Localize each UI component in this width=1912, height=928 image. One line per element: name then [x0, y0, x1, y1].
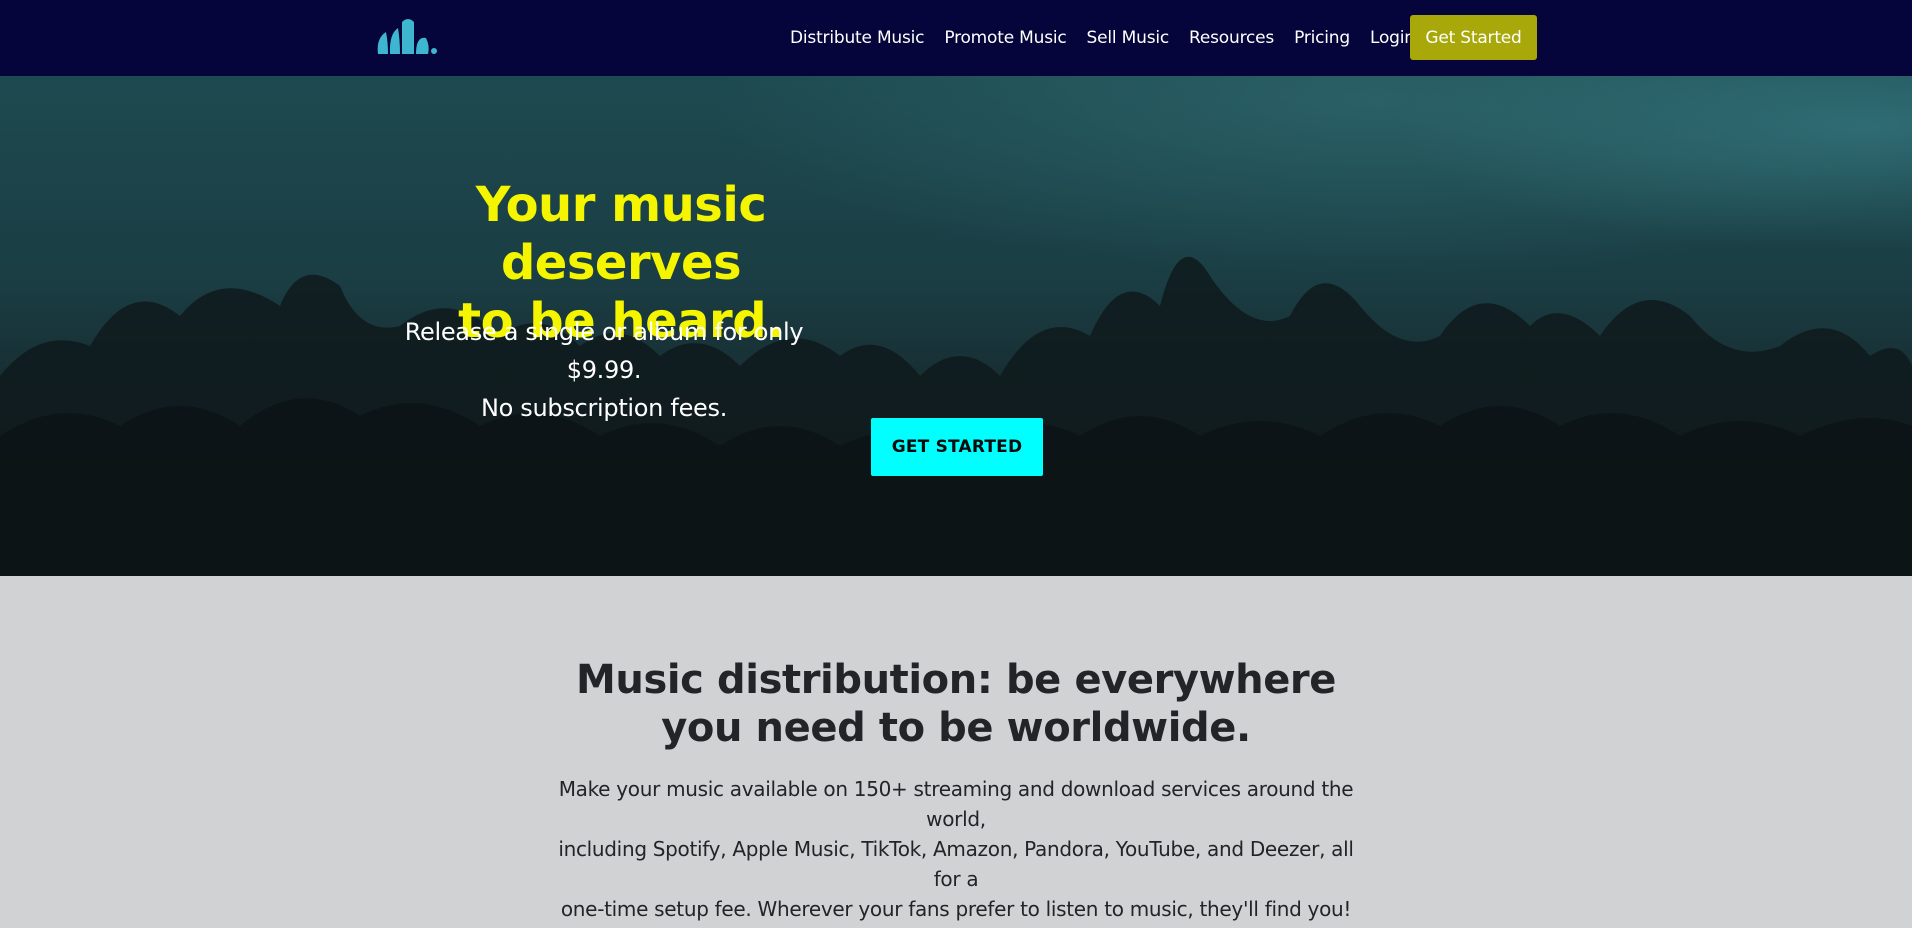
nav-links: Distribute Music Promote Music Sell Musi… — [790, 0, 1435, 76]
hero-subtitle: Release a single or album for only $9.99… — [376, 313, 832, 427]
nav-link-resources[interactable]: Resources — [1189, 28, 1274, 48]
get-started-nav-button[interactable]: Get Started — [1410, 15, 1537, 60]
logo-icon[interactable] — [376, 14, 440, 56]
nav-link-login[interactable]: Login — [1370, 28, 1415, 48]
hero-subtitle-line1: Release a single or album for only $9.99… — [404, 318, 804, 384]
hero-title-line1: Your music deserves — [475, 177, 767, 291]
section-title: Music distribution: be everywhere you ne… — [556, 656, 1356, 752]
nav-link-sell-music[interactable]: Sell Music — [1087, 28, 1170, 48]
section-body-line2: including Spotify, Apple Music, TikTok, … — [558, 837, 1354, 891]
section-title-line1: Music distribution: be everywhere — [575, 657, 1336, 703]
top-navbar: Distribute Music Promote Music Sell Musi… — [0, 0, 1912, 76]
concert-crowd-image — [0, 76, 1912, 576]
section-body-line1: Make your music available on 150+ stream… — [558, 777, 1354, 831]
section-body-line3: one-time setup fee. Wherever your fans p… — [560, 897, 1352, 921]
section-body: Make your music available on 150+ stream… — [556, 774, 1356, 924]
get-started-hero-button[interactable]: GET STARTED — [871, 418, 1043, 476]
distribution-section: Music distribution: be everywhere you ne… — [0, 576, 1912, 928]
nav-link-promote-music[interactable]: Promote Music — [944, 28, 1066, 48]
hero-subtitle-line2: No subscription fees. — [480, 394, 728, 422]
nav-link-distribute-music[interactable]: Distribute Music — [790, 28, 925, 48]
hero-section: Your music deserves to be heard. Release… — [0, 76, 1912, 576]
section-title-line2: you need to be worldwide. — [661, 705, 1251, 751]
nav-link-pricing[interactable]: Pricing — [1294, 28, 1350, 48]
